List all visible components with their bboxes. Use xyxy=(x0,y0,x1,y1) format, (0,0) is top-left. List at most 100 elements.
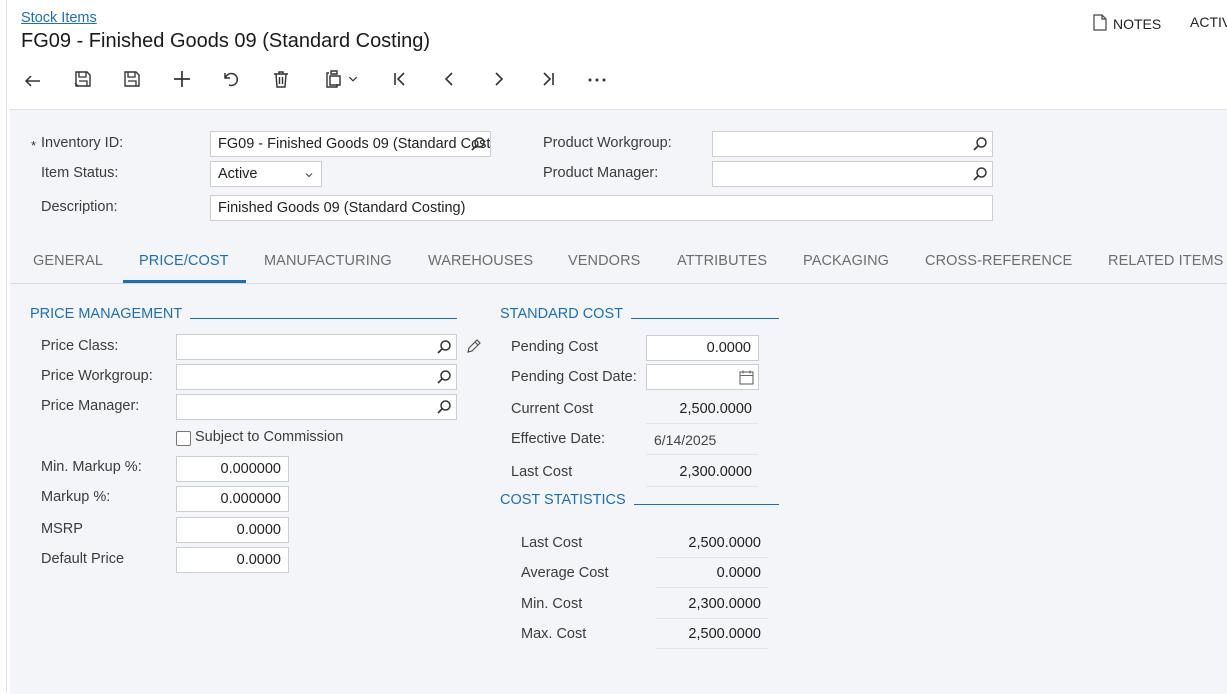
page-title: FG09 - Finished Goods 09 (Standard Costi… xyxy=(21,30,431,52)
document-icon xyxy=(1093,14,1107,34)
tab-general[interactable]: GENERAL xyxy=(33,253,103,269)
product-workgroup-field[interactable] xyxy=(712,131,993,157)
next-button[interactable] xyxy=(486,66,512,92)
previous-button[interactable] xyxy=(436,66,462,92)
tab-vendors[interactable]: VENDORS xyxy=(568,253,640,269)
effective-date-value: 6/14/2025 xyxy=(654,432,717,448)
field-underline xyxy=(646,486,758,487)
save-and-close-button[interactable] xyxy=(70,66,96,92)
last-cost-value: 2,300.0000 xyxy=(679,464,752,480)
msrp-field[interactable]: 0.0000 xyxy=(176,517,289,543)
price-class-field[interactable] xyxy=(176,334,457,360)
min-markup-label: Min. Markup %: xyxy=(41,459,142,475)
undo-icon xyxy=(224,72,239,87)
msrp-label: MSRP xyxy=(41,521,83,537)
item-status-label: Item Status: xyxy=(41,165,119,181)
search-icon[interactable] xyxy=(436,369,452,385)
delete-button[interactable] xyxy=(268,66,294,92)
subject-to-commission-checkbox[interactable] xyxy=(176,431,191,446)
field-underline xyxy=(656,618,768,619)
search-icon[interactable] xyxy=(470,136,486,152)
pending-cost-field[interactable]: 0.0000 xyxy=(646,335,759,361)
description-label: Description: xyxy=(41,199,118,215)
field-underline xyxy=(646,454,758,455)
search-icon[interactable] xyxy=(972,136,988,152)
tab-warehouses[interactable]: WAREHOUSES xyxy=(428,253,533,269)
tab-cross-reference[interactable]: CROSS-REFERENCE xyxy=(925,253,1072,269)
markup-label: Markup %: xyxy=(41,489,111,505)
search-icon[interactable] xyxy=(436,339,452,355)
min-cost-label: Min. Cost xyxy=(521,596,583,612)
average-cost-label: Average Cost xyxy=(521,565,609,581)
stat-last-cost-label: Last Cost xyxy=(521,535,583,551)
copy-paste-dropdown[interactable] xyxy=(318,66,364,92)
pending-cost-date-field[interactable] xyxy=(646,364,759,390)
section-divider xyxy=(634,504,779,505)
product-workgroup-label: Product Workgroup: xyxy=(543,135,672,151)
first-record-icon xyxy=(394,72,405,86)
breadcrumb-stock-items[interactable]: Stock Items xyxy=(21,10,97,26)
calendar-icon[interactable] xyxy=(738,369,755,386)
price-manager-label: Price Manager: xyxy=(41,398,140,414)
left-border xyxy=(6,0,7,693)
subject-to-commission-label: Subject to Commission xyxy=(195,429,344,445)
min-cost-value: 2,300.0000 xyxy=(688,596,761,612)
active-tab-indicator xyxy=(123,280,246,283)
required-marker: * xyxy=(31,138,37,153)
default-price-field[interactable]: 0.0000 xyxy=(176,547,289,573)
cost-statistics-title: COST STATISTICS xyxy=(500,492,626,508)
last-record-icon xyxy=(543,72,554,86)
chevron-down-icon xyxy=(348,76,358,82)
clipboard-icon xyxy=(326,70,341,88)
notes-button[interactable]: NOTES xyxy=(1093,14,1161,34)
tab-packaging[interactable]: PACKAGING xyxy=(803,253,889,269)
description-field[interactable]: Finished Goods 09 (Standard Costing) xyxy=(210,195,993,221)
first-record-button[interactable] xyxy=(387,66,413,92)
tab-manufacturing[interactable]: MANUFACTURING xyxy=(264,253,392,269)
search-icon[interactable] xyxy=(972,166,988,182)
min-markup-field[interactable]: 0.000000 xyxy=(176,456,289,482)
tab-price-cost[interactable]: PRICE/COST xyxy=(139,253,229,269)
price-workgroup-field[interactable] xyxy=(176,364,457,390)
edit-price-class-button[interactable] xyxy=(465,338,482,355)
description-value: Finished Goods 09 (Standard Costing) xyxy=(218,200,466,216)
delete-icon xyxy=(274,71,288,88)
item-status-select[interactable]: Active xyxy=(210,161,322,187)
field-underline xyxy=(656,648,768,649)
field-underline xyxy=(646,423,758,424)
tab-bar: GENERAL PRICE/COST MANUFACTURING WAREHOU… xyxy=(10,240,1227,284)
add-button[interactable] xyxy=(169,66,195,92)
product-manager-field[interactable] xyxy=(712,161,993,187)
standard-cost-title: STANDARD COST xyxy=(500,306,623,322)
max-cost-label: Max. Cost xyxy=(521,626,587,642)
save-icon xyxy=(124,71,140,87)
effective-date-label: Effective Date: xyxy=(511,431,606,447)
tab-related-items[interactable]: RELATED ITEMS xyxy=(1108,253,1223,269)
last-cost-label: Last Cost xyxy=(511,464,573,480)
activities-label: ACTIV xyxy=(1190,14,1227,30)
stat-last-cost-value: 2,500.0000 xyxy=(688,535,761,551)
inventory-id-label: Inventory ID: xyxy=(41,135,124,151)
average-cost-value: 0.0000 xyxy=(716,565,761,581)
activities-button[interactable]: ACTIV xyxy=(1190,14,1227,30)
chevron-down-icon xyxy=(305,173,313,178)
price-manager-field[interactable] xyxy=(176,394,457,420)
current-cost-label: Current Cost xyxy=(511,401,594,417)
back-button[interactable] xyxy=(20,66,46,92)
price-workgroup-label: Price Workgroup: xyxy=(41,368,153,384)
save-close-icon xyxy=(74,71,91,87)
pending-cost-date-label: Pending Cost Date: xyxy=(511,369,637,385)
last-record-button[interactable] xyxy=(535,66,561,92)
inventory-id-value: FG09 - Finished Goods 09 (Standard Costi… xyxy=(218,136,491,152)
markup-field[interactable]: 0.000000 xyxy=(176,486,289,512)
pending-cost-label: Pending Cost xyxy=(511,339,599,355)
previous-icon xyxy=(444,72,453,86)
search-icon[interactable] xyxy=(436,399,452,415)
tab-attributes[interactable]: ATTRIBUTES xyxy=(677,253,767,269)
save-button[interactable] xyxy=(119,66,145,92)
field-underline xyxy=(656,587,768,588)
add-icon xyxy=(174,71,190,87)
inventory-id-field[interactable]: FG09 - Finished Goods 09 (Standard Costi… xyxy=(210,131,491,157)
more-actions-button[interactable] xyxy=(584,66,610,92)
undo-button[interactable] xyxy=(218,66,244,92)
